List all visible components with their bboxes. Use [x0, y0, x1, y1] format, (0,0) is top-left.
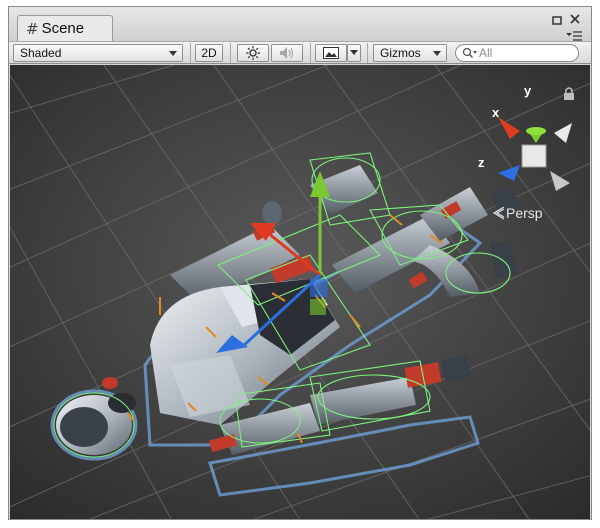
dropdown-arrow-icon [433, 51, 441, 56]
gizmo-y-label: y [524, 83, 532, 98]
toolbar-separator [367, 43, 368, 63]
dropdown-arrow-icon [350, 50, 358, 55]
tab-scene[interactable]: # Scene [17, 15, 113, 41]
sun-icon [246, 46, 260, 60]
shading-mode-dropdown[interactable]: Shaded [13, 44, 183, 62]
scene-toolbar: Shaded 2D Gizmos All [9, 41, 591, 64]
scene-canvas[interactable]: y x z Persp [10, 65, 590, 519]
maximize-icon[interactable] [552, 11, 562, 25]
tab-label: Scene [41, 20, 85, 37]
image-icon [323, 47, 339, 59]
scene-effects-toggle[interactable] [315, 44, 347, 62]
2d-mode-toggle[interactable]: 2D [195, 44, 223, 62]
menu-icon[interactable] [565, 27, 583, 41]
projection-label: Persp [506, 205, 543, 221]
toolbar-separator [190, 43, 191, 63]
gizmos-label: Gizmos [380, 46, 421, 60]
2d-mode-label: 2D [201, 46, 217, 60]
dropdown-arrow-icon [169, 51, 177, 56]
shading-mode-value: Shaded [20, 46, 62, 60]
search-input[interactable]: All [455, 44, 579, 62]
close-icon[interactable] [569, 10, 581, 24]
scene-audio-toggle[interactable] [271, 44, 303, 62]
gizmo-x-label: x [492, 105, 500, 120]
scene-grid-icon: # [26, 19, 39, 38]
toolbar-separator [310, 43, 311, 63]
gizmo-center-cube[interactable] [521, 144, 547, 168]
gizmo-z-label: z [478, 155, 485, 170]
effects-dropdown-button[interactable] [347, 44, 361, 62]
scene-lighting-toggle[interactable] [237, 44, 269, 62]
speaker-icon [280, 47, 294, 59]
tab-bar: # Scene [9, 7, 591, 41]
search-placeholder: All [479, 46, 493, 60]
search-icon [462, 47, 477, 59]
gizmos-dropdown[interactable]: Gizmos [373, 44, 447, 62]
toolbar-separator [230, 43, 231, 63]
scene-viewport[interactable]: y x z Persp [10, 65, 590, 519]
scene-window: # Scene Shaded 2D Gizmos All y x z Persp [8, 6, 592, 520]
